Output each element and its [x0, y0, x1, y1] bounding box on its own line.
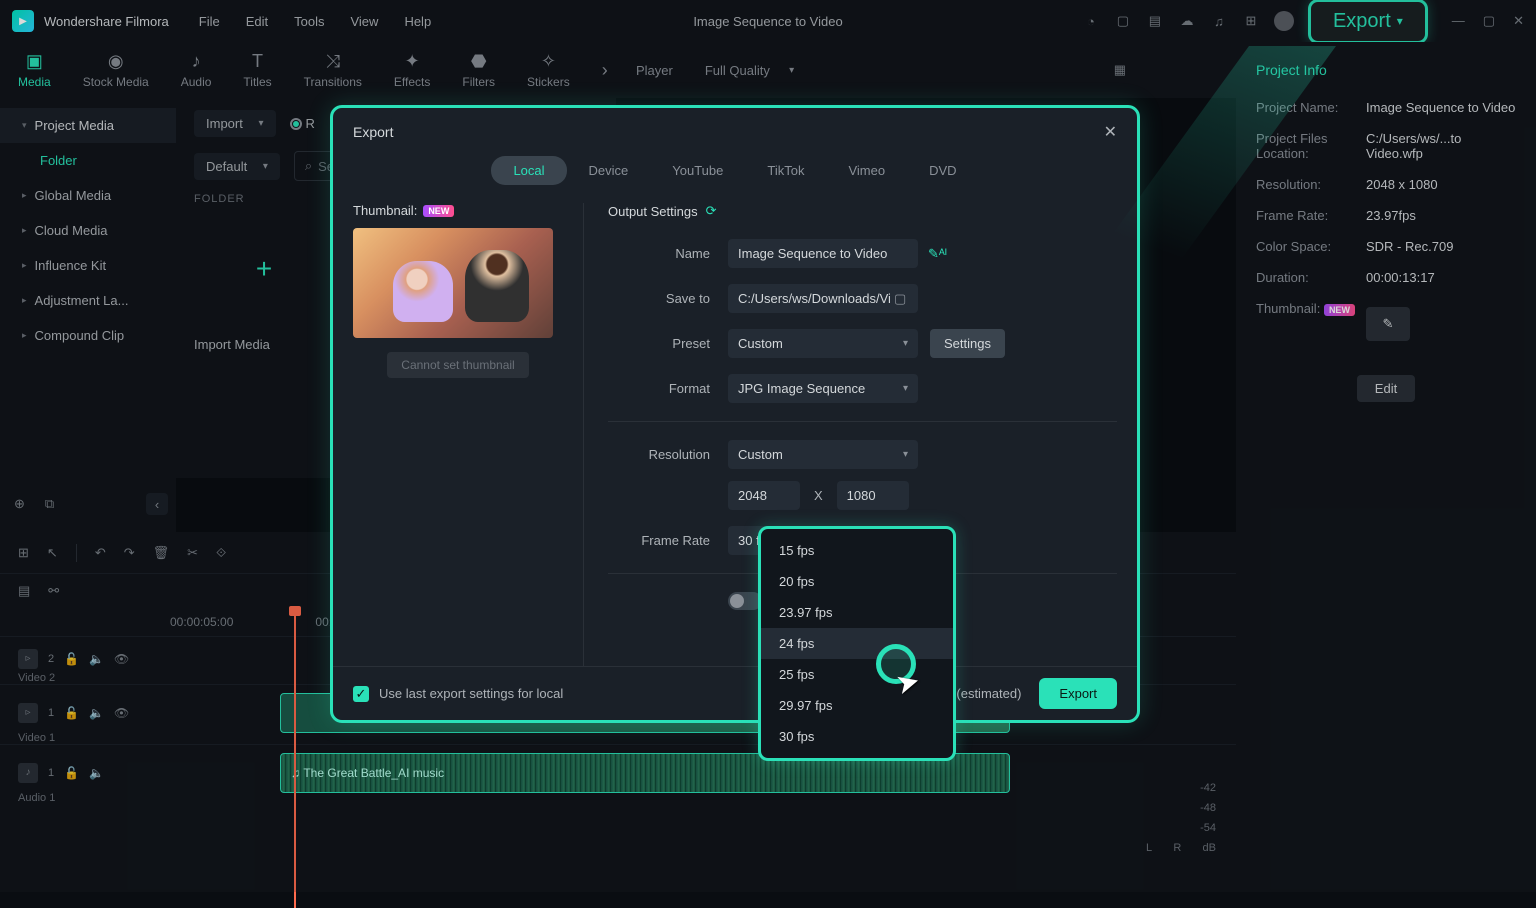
chevron-down-icon: ▾	[903, 383, 908, 394]
tab-device[interactable]: Device	[567, 156, 651, 185]
tab-vimeo[interactable]: Vimeo	[826, 156, 907, 185]
x-separator: X	[814, 488, 823, 503]
preset-label: Preset	[608, 336, 728, 351]
tab-dvd[interactable]: DVD	[907, 156, 978, 185]
format-label: Format	[608, 381, 728, 396]
new-badge: NEW	[423, 205, 454, 217]
thumbnail-preview[interactable]	[353, 228, 553, 338]
resolution-value: Custom	[738, 447, 783, 462]
fps-option-20[interactable]: 20 fps	[761, 566, 953, 597]
height-input[interactable]	[837, 481, 909, 510]
name-label: Name	[608, 246, 728, 261]
chevron-down-icon: ▾	[903, 449, 908, 460]
tab-tiktok[interactable]: TikTok	[745, 156, 826, 185]
use-last-settings-label: Use last export settings for local	[379, 686, 563, 701]
thumbnail-section-label: Thumbnail: NEW	[353, 203, 563, 218]
chevron-down-icon: ▾	[903, 338, 908, 349]
fps-option-25[interactable]: 25 fps	[761, 659, 953, 690]
tab-local[interactable]: Local	[491, 156, 566, 185]
save-to-label: Save to	[608, 291, 728, 306]
save-to-input[interactable]	[728, 284, 918, 313]
option-toggle[interactable]	[728, 592, 762, 610]
fps-option-29-97[interactable]: 29.97 fps	[761, 690, 953, 721]
export-dialog: Export ✕ Local Device YouTube TikTok Vim…	[330, 105, 1140, 723]
export-confirm-button[interactable]: Export	[1039, 678, 1117, 709]
use-last-settings-checkbox[interactable]: ✓	[353, 686, 369, 702]
width-input[interactable]	[728, 481, 800, 510]
fps-option-15[interactable]: 15 fps	[761, 535, 953, 566]
name-input[interactable]	[728, 239, 918, 268]
fps-option-24[interactable]: 24 fps	[761, 628, 953, 659]
fps-option-23-97[interactable]: 23.97 fps	[761, 597, 953, 628]
preset-value: Custom	[738, 336, 783, 351]
cannot-set-thumbnail: Cannot set thumbnail	[387, 352, 528, 378]
tab-youtube[interactable]: YouTube	[650, 156, 745, 185]
dialog-close-button[interactable]: ✕	[1104, 122, 1117, 142]
browse-folder-icon[interactable]: ▢	[894, 291, 906, 307]
preset-settings-button[interactable]: Settings	[930, 329, 1005, 358]
dialog-title: Export	[353, 124, 393, 140]
output-settings-label: Output Settings ⟳	[608, 203, 1117, 219]
fps-option-30[interactable]: 30 fps	[761, 721, 953, 752]
resolution-label: Resolution	[608, 447, 728, 462]
dialog-tabs: Local Device YouTube TikTok Vimeo DVD	[333, 156, 1137, 185]
resolution-dropdown[interactable]: Custom ▾	[728, 440, 918, 469]
format-dropdown[interactable]: JPG Image Sequence ▾	[728, 374, 918, 403]
cloud-sync-icon[interactable]: ⟳	[706, 203, 717, 219]
framerate-options-list: 15 fps 20 fps 23.97 fps 24 fps 25 fps 29…	[758, 526, 956, 761]
preset-dropdown[interactable]: Custom ▾	[728, 329, 918, 358]
format-value: JPG Image Sequence	[738, 381, 865, 396]
ai-rename-icon[interactable]: ✎ᴬᴵ	[928, 246, 947, 262]
framerate-label: Frame Rate	[608, 533, 728, 548]
